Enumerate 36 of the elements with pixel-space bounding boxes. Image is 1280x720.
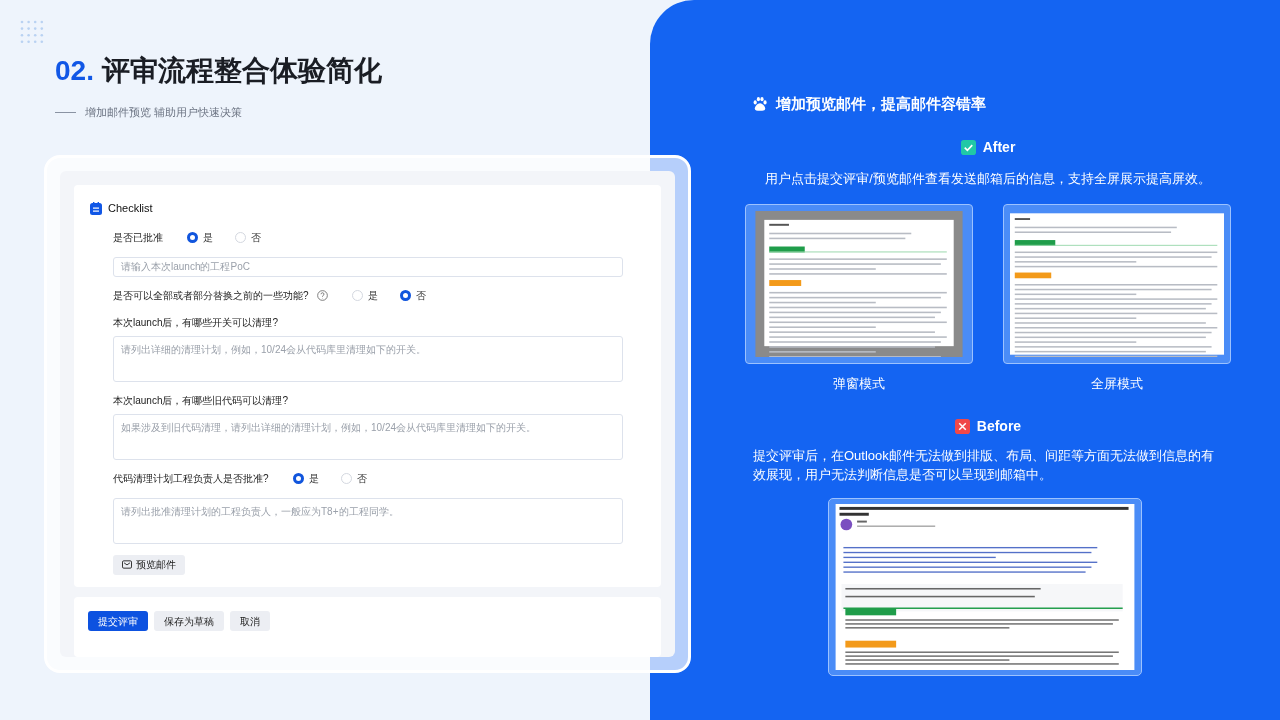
question-label: 是否已批准 bbox=[113, 231, 163, 245]
action-button[interactable]: 取消 bbox=[230, 611, 270, 631]
paw-icon bbox=[752, 96, 768, 113]
radio-option[interactable]: 否 bbox=[399, 288, 426, 303]
checklist-icon bbox=[90, 201, 102, 215]
action-button[interactable]: 提交评审 bbox=[88, 611, 148, 631]
preview-caption: 弹窗模式 bbox=[833, 375, 885, 394]
question-label: 本次launch后，有哪些旧代码可以清理? bbox=[113, 393, 290, 408]
checklist-title: Checklist bbox=[108, 201, 153, 216]
preview-email-button[interactable]: 预览邮件 bbox=[113, 554, 185, 575]
panel-heading: 增加预览邮件，提高邮件容错率 bbox=[776, 94, 986, 114]
radio-option[interactable]: 是 bbox=[292, 471, 319, 486]
slide-title: 评审流程整合体验简化 bbox=[101, 54, 382, 88]
text-input[interactable]: 请输入本次launch的工程PoC bbox=[113, 256, 623, 277]
radio-option[interactable]: 是 bbox=[351, 288, 378, 303]
slide-subtitle: 增加邮件预览 辅助用户快速决策 bbox=[85, 105, 243, 120]
after-label: After bbox=[982, 137, 1016, 157]
help-icon[interactable] bbox=[316, 290, 328, 301]
radio-option[interactable]: 否 bbox=[235, 230, 261, 245]
mail-icon bbox=[122, 560, 132, 569]
preview-caption: 全屏模式 bbox=[1091, 375, 1143, 394]
radio-option[interactable]: 是 bbox=[187, 230, 213, 245]
section-number: 02. bbox=[55, 54, 94, 88]
question-label: 是否可以全部或者部分替换之前的一些功能? bbox=[113, 289, 309, 303]
question-label: 本次launch后，有哪些开关可以清理? bbox=[113, 315, 280, 330]
dot-grid-decoration bbox=[20, 20, 44, 44]
question-label: 代码清理计划工程负责人是否批准? bbox=[113, 472, 269, 486]
radio-option[interactable]: 否 bbox=[340, 471, 367, 486]
cross-icon bbox=[954, 418, 970, 434]
text-area[interactable]: 请列出详细的清理计划，例如，10/24会从代码库里清理如下的开关。 bbox=[113, 335, 623, 382]
text-area[interactable]: 如果涉及到旧代码清理，请列出详细的清理计划，例如，10/24会从代码库里清理如下的开关。 bbox=[113, 413, 623, 460]
checkmark-icon bbox=[960, 139, 976, 155]
before-description: 提交评审后，在Outlook邮件无法做到排版、布局、间距等方面无法做到信息的有效展现，用户无法判断信息是否可以呈现到邮箱中。 bbox=[753, 446, 1215, 484]
after-description: 用户点击提交评审/预览邮件查看发送邮箱后的信息，支持全屏展示提高屏效。 bbox=[765, 170, 1211, 188]
action-button[interactable]: 保存为草稿 bbox=[154, 611, 224, 631]
before-label: Before bbox=[976, 416, 1022, 436]
